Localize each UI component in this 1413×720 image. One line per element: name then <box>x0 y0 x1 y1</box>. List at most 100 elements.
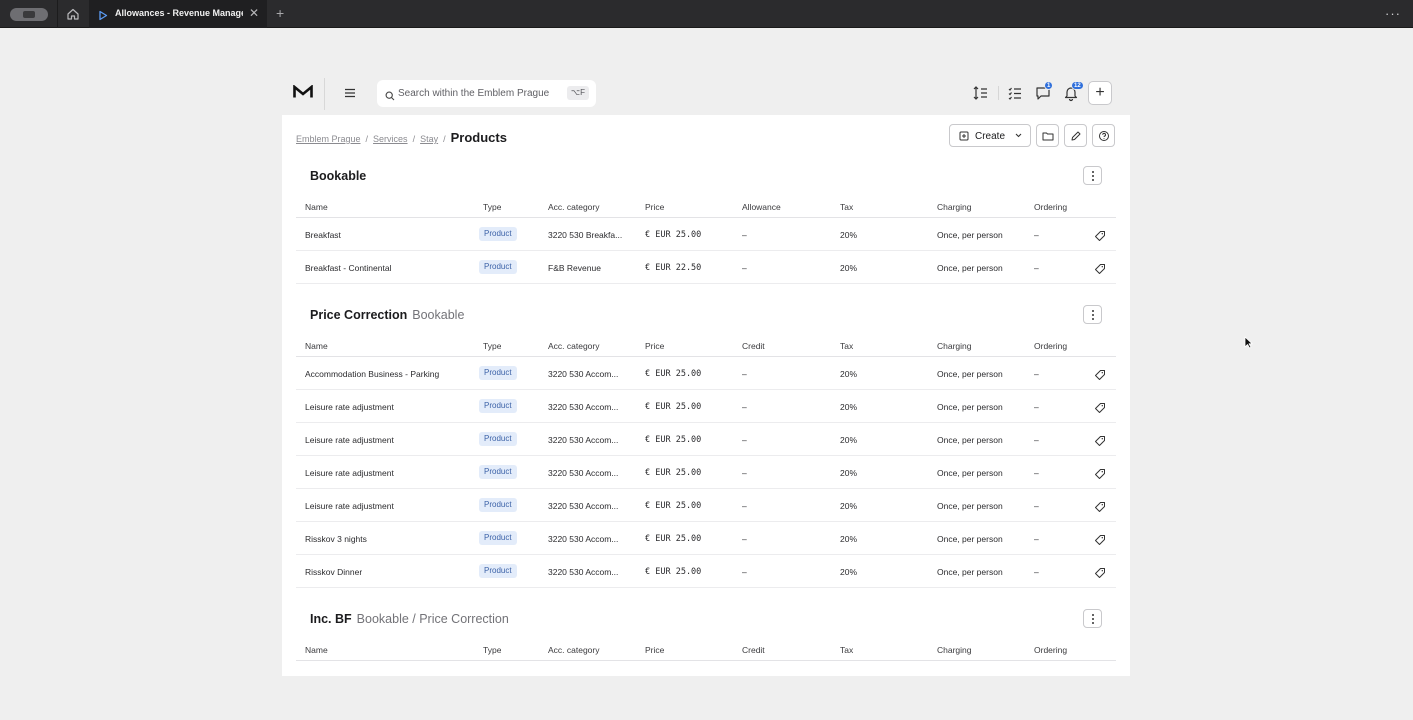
table-row[interactable]: Leisure rate adjustment Product 3220 530 A… <box>296 489 1116 522</box>
cell-tax: 20% <box>840 263 858 273</box>
divider <box>998 86 999 100</box>
column-header-type[interactable]: Type <box>483 202 501 212</box>
close-icon[interactable]: ✕ <box>247 6 261 20</box>
column-header-charging[interactable]: Charging <box>937 645 972 655</box>
cell-acc-category: 3220 530 Breakfa... <box>548 230 623 240</box>
edit-button[interactable] <box>1064 124 1087 147</box>
type-badge: Product <box>479 366 517 380</box>
browser-tab-active[interactable]: Allowances - Revenue Management ✕ <box>89 0 267 28</box>
cell-name: Risskov Dinner <box>305 567 363 577</box>
cell-ordering: – <box>1034 369 1039 379</box>
add-button[interactable]: + <box>1088 81 1112 105</box>
type-badge: Product <box>479 498 517 512</box>
cell-ordering: – <box>1034 402 1039 412</box>
table-row[interactable]: Leisure rate adjustment Product 3220 530 A… <box>296 423 1116 456</box>
new-tab-button[interactable]: + <box>276 5 284 21</box>
cell-ordering: – <box>1034 230 1039 240</box>
tag-icon[interactable] <box>1094 533 1106 545</box>
chevron-down-icon <box>1014 131 1023 143</box>
breadcrumb-item[interactable]: Services <box>373 134 408 144</box>
cell-allowance-credit: – <box>742 501 747 511</box>
add-box-icon <box>959 131 969 144</box>
sort-icon[interactable] <box>972 84 990 102</box>
home-icon[interactable] <box>66 7 80 21</box>
breadcrumb-item[interactable]: Stay <box>420 134 438 144</box>
tag-icon[interactable] <box>1094 500 1106 512</box>
breadcrumb: Emblem Prague / Services / Stay / Products <box>296 130 507 145</box>
cell-price: € EUR 25.00 <box>645 501 702 511</box>
browser-menu-icon[interactable]: ··· <box>1385 6 1401 21</box>
cell-acc-category: 3220 530 Accom... <box>548 468 619 478</box>
cell-name: Leisure rate adjustment <box>305 435 394 445</box>
cell-price: € EUR 25.00 <box>645 402 702 412</box>
table-row[interactable]: Breakfast - Continental Product F&B Revenu… <box>296 251 1116 284</box>
help-button[interactable] <box>1092 124 1115 147</box>
table-row[interactable]: Leisure rate adjustment Product 3220 530 A… <box>296 390 1116 423</box>
column-header-acc-category[interactable]: Acc. category <box>548 341 600 351</box>
create-button[interactable]: Create <box>949 124 1031 147</box>
cell-allowance-credit: – <box>742 435 747 445</box>
cell-acc-category: 3220 530 Accom... <box>548 534 619 544</box>
menu-icon[interactable] <box>343 86 357 100</box>
breadcrumb-separator: / <box>365 134 369 144</box>
cell-charging: Once, per person <box>937 369 1003 379</box>
browser-chrome: Allowances - Revenue Management ✕ + ··· <box>0 0 1413 28</box>
column-header-type[interactable]: Type <box>483 645 501 655</box>
cell-acc-category: 3220 530 Accom... <box>548 435 619 445</box>
column-header-price[interactable]: Price <box>645 645 664 655</box>
more-options-icon[interactable] <box>1083 305 1102 324</box>
section-title: Bookable <box>310 169 366 183</box>
cell-ordering: – <box>1034 263 1039 273</box>
tag-icon[interactable] <box>1094 467 1106 479</box>
breadcrumb-item[interactable]: Emblem Prague <box>296 134 361 144</box>
column-header-charging[interactable]: Charging <box>937 202 972 212</box>
search-input[interactable]: Search within the Emblem Prague ⌥F <box>377 80 596 107</box>
tag-icon[interactable] <box>1094 566 1106 578</box>
column-header-price[interactable]: Price <box>645 202 664 212</box>
table-row[interactable]: Risskov 3 nights Product 3220 530 Accom...… <box>296 522 1116 555</box>
cell-charging: Once, per person <box>937 468 1003 478</box>
column-header-allowance-credit[interactable]: Allowance <box>742 202 781 212</box>
cell-ordering: – <box>1034 468 1039 478</box>
column-header-name[interactable]: Name <box>305 341 328 351</box>
table-row[interactable]: Leisure rate adjustment Product 3220 530 A… <box>296 456 1116 489</box>
type-badge: Product <box>479 564 517 578</box>
table-row[interactable]: Risskov Dinner Product 3220 530 Accom... € … <box>296 555 1116 588</box>
table-row[interactable]: Breakfast Product 3220 530 Breakfa... € EUR… <box>296 218 1116 251</box>
tag-icon[interactable] <box>1094 434 1106 446</box>
sidebar-toggle[interactable] <box>10 8 48 21</box>
type-badge: Product <box>479 260 517 274</box>
more-options-icon[interactable] <box>1083 166 1102 185</box>
tag-icon[interactable] <box>1094 262 1106 274</box>
column-header-ordering[interactable]: Ordering <box>1034 645 1067 655</box>
table-header: Name Type Acc. category Price Credit Tax Charg… <box>296 639 1116 661</box>
more-options-icon[interactable] <box>1083 609 1102 628</box>
tag-icon[interactable] <box>1094 229 1106 241</box>
page-title: Products <box>450 130 507 145</box>
cell-tax: 20% <box>840 501 858 511</box>
column-header-acc-category[interactable]: Acc. category <box>548 202 600 212</box>
column-header-tax[interactable]: Tax <box>840 645 853 655</box>
column-header-allowance-credit[interactable]: Credit <box>742 645 765 655</box>
column-header-price[interactable]: Price <box>645 341 664 351</box>
column-header-charging[interactable]: Charging <box>937 341 972 351</box>
column-header-allowance-credit[interactable]: Credit <box>742 341 765 351</box>
checklist-icon[interactable] <box>1006 84 1024 102</box>
column-header-name[interactable]: Name <box>305 202 328 212</box>
column-header-acc-category[interactable]: Acc. category <box>548 645 600 655</box>
mews-logo[interactable] <box>293 84 313 104</box>
cell-ordering: – <box>1034 435 1039 445</box>
column-header-tax[interactable]: Tax <box>840 202 853 212</box>
create-label: Create <box>975 131 1006 142</box>
cell-charging: Once, per person <box>937 501 1003 511</box>
tag-icon[interactable] <box>1094 401 1106 413</box>
tag-icon[interactable] <box>1094 368 1106 380</box>
column-header-ordering[interactable]: Ordering <box>1034 341 1067 351</box>
column-header-tax[interactable]: Tax <box>840 341 853 351</box>
column-header-ordering[interactable]: Ordering <box>1034 202 1067 212</box>
column-header-name[interactable]: Name <box>305 645 328 655</box>
column-header-type[interactable]: Type <box>483 341 501 351</box>
table-row[interactable]: Accommodation Business - Parking Product 3… <box>296 357 1116 390</box>
folder-button[interactable] <box>1036 124 1059 147</box>
type-badge: Product <box>479 227 517 241</box>
